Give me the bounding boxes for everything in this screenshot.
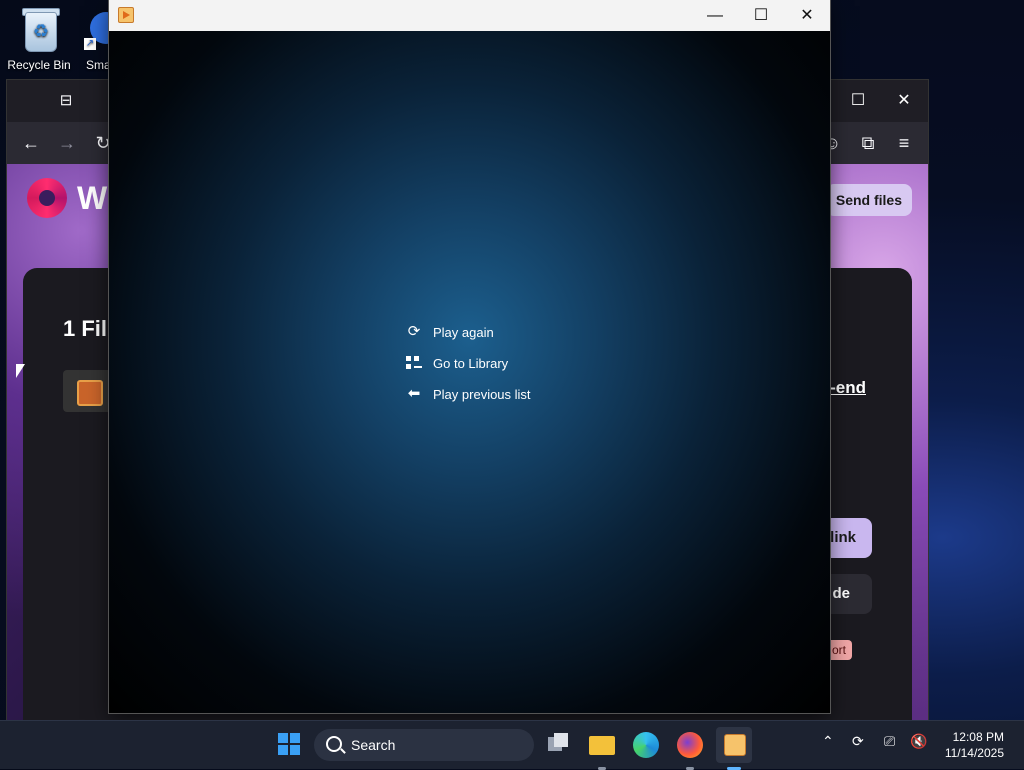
firefox-button[interactable] [672,727,708,770]
files-heading: 1 Fil [63,316,108,341]
maximize-button[interactable]: ☐ [738,0,784,31]
go-to-library-button[interactable]: Go to Library [405,352,508,374]
desktop: Recycle Bin ↗ Sma ⊟ ☐ ✕ ← → ↻ ☺ ⧉ ≡ W Se… [0,0,1024,720]
menu-item-label: Go to Library [433,355,509,371]
desktop-icon-label: Recycle Bin [7,58,71,72]
chevron-up-icon[interactable]: ⌃ [822,733,834,750]
search-icon [326,736,342,752]
network-icon[interactable]: ⎚ [884,733,895,750]
taskbar: Search ⌃ ⟳ ⎚ 🔇 12:08 PM 11/14/2025 [0,720,1024,770]
player-app-icon [118,7,134,23]
recycle-bin-icon [17,8,61,54]
menu-item-label: Play previous list [433,386,531,402]
clock[interactable]: 12:08 PM 11/14/2025 [945,729,1004,761]
sync-icon[interactable]: ⟳ [852,733,864,750]
menu-icon[interactable]: ≡ [889,128,919,158]
player-stage: ⟳ Play again Go to Library ⬅ Play previo… [109,31,830,713]
volume-muted-icon[interactable]: 🔇 [910,733,927,750]
firefox-icon [677,732,703,758]
media-player-icon [724,734,746,756]
replay-icon: ⟳ [407,323,421,340]
windows-logo-icon [278,733,288,743]
recycle-bin-shortcut[interactable]: Recycle Bin [1,6,77,72]
folder-icon [589,736,615,755]
file-explorer-button[interactable] [584,727,620,770]
library-grid-icon [405,354,423,372]
send-files-button[interactable]: Send files [825,184,912,216]
task-view-button[interactable] [540,727,576,763]
browser-maximize-button[interactable]: ☐ [835,80,881,122]
site-logo[interactable] [27,178,67,218]
play-previous-list-button[interactable]: ⬅ Play previous list [405,383,531,405]
start-button[interactable] [272,727,308,763]
forward-icon[interactable]: → [52,128,82,158]
play-again-button[interactable]: ⟳ Play again [405,321,494,343]
edge-icon [633,732,659,758]
clock-date: 11/14/2025 [944,746,1004,760]
menu-item-label: Play again [433,324,494,340]
back-arrow-icon: ⬅ [407,385,421,402]
close-button[interactable]: ✕ [784,0,830,31]
search-box[interactable]: Search [314,729,534,761]
clock-time: 12:08 PM [952,730,1004,744]
tab-overview-icon[interactable]: ⊟ [51,86,81,116]
extensions-icon[interactable]: ⧉ [853,128,883,158]
end-link[interactable]: -end [830,378,866,398]
media-player-button[interactable] [716,727,752,770]
site-logo-text: W [77,180,108,216]
edge-button[interactable] [628,727,664,763]
back-icon[interactable]: ← [16,128,46,158]
mouse-cursor [16,364,25,378]
player-titlebar: — ☐ ✕ [109,0,830,31]
browser-close-button[interactable]: ✕ [881,80,927,122]
search-placeholder: Search [351,737,396,753]
minimize-button[interactable]: — [692,0,738,31]
media-player-window: — ☐ ✕ ⟳ Play again Go to Library ⬅ Play … [109,0,830,713]
video-file-icon [77,380,103,406]
